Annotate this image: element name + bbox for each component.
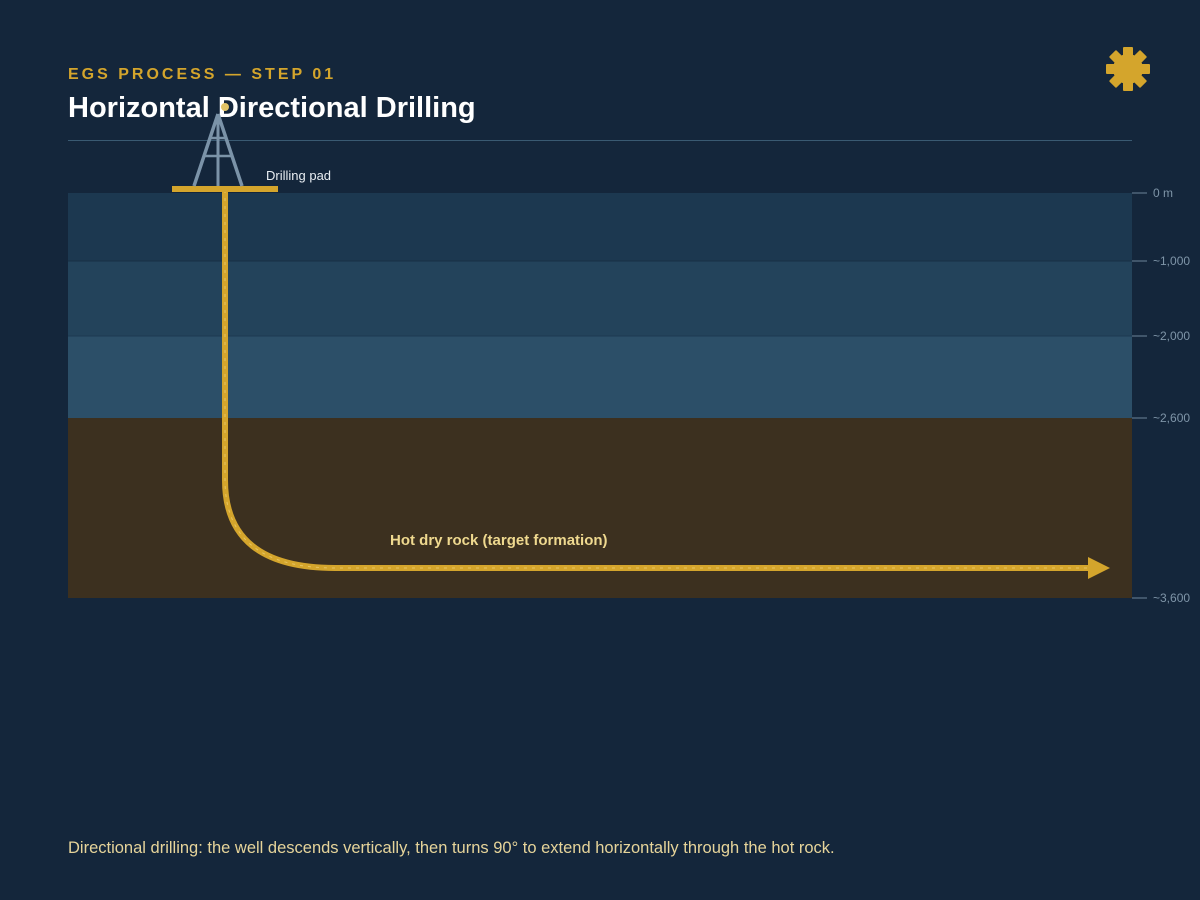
- target-formation-label: Hot dry rock (target formation): [390, 532, 608, 549]
- drilling-diagram: 0 m ~1,000 ~2,000 ~2,600 ~3,600 Drilling…: [68, 103, 1190, 605]
- depth-label: ~1,000: [1153, 254, 1190, 268]
- depth-label: ~3,600: [1153, 591, 1190, 605]
- depth-scale: [1132, 192, 1147, 599]
- drilling-rig-icon: [172, 103, 278, 192]
- depth-label: ~2,000: [1153, 329, 1190, 343]
- diagram-caption: Directional drilling: the well descends …: [68, 839, 835, 857]
- drilling-pad-label: Drilling pad: [266, 168, 331, 183]
- slide: EGS PROCESS — STEP 01 Horizontal Directi…: [0, 0, 1200, 900]
- depth-label: ~2,600: [1153, 411, 1190, 425]
- depth-label: 0 m: [1153, 186, 1173, 200]
